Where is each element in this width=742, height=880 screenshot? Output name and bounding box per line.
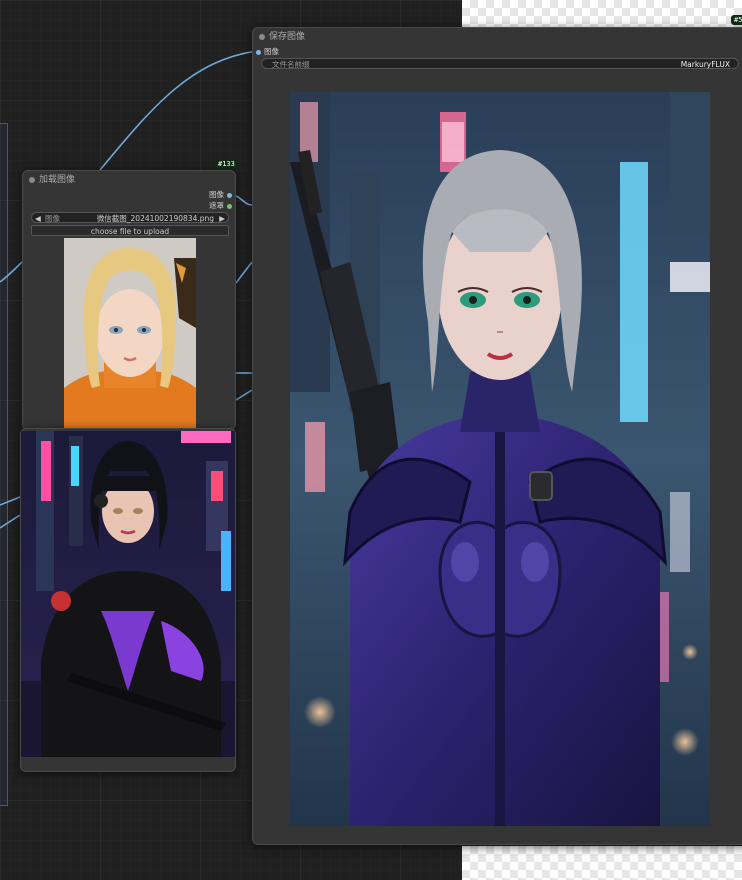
- saved-image-preview: [290, 92, 710, 826]
- image-input-dot-icon[interactable]: [256, 49, 261, 55]
- mask-port-dot-icon[interactable]: [227, 203, 232, 209]
- save-image-node-header[interactable]: 保存图像: [253, 28, 742, 46]
- combo-value: 微信截图_20241002190834.png: [96, 214, 214, 223]
- load-image-node-title: 加载图像: [39, 175, 76, 185]
- wire-mid-3: [235, 389, 253, 401]
- output-port-mask-label: 遮罩: [209, 201, 224, 210]
- image-combo-widget[interactable]: ◀ 图像 微信截图_20241002190834.png ▶: [31, 212, 229, 223]
- input-port-image-label: 图像: [264, 47, 279, 56]
- wire-mid-1: [235, 261, 253, 284]
- collapse-dot-icon[interactable]: [29, 177, 35, 183]
- filename-prefix-field[interactable]: 文件名前缀 MarkuryFLUX: [261, 58, 739, 69]
- image-preview: [64, 238, 196, 430]
- output-port-mask[interactable]: 遮罩: [209, 201, 232, 211]
- choose-file-button[interactable]: choose file to upload: [31, 225, 229, 236]
- transparency-backdrop-bottom: [462, 846, 742, 880]
- combo-label: 图像: [45, 214, 60, 223]
- wire-image-to-save: [99, 50, 258, 171]
- image-node-2[interactable]: [20, 428, 236, 772]
- transparency-backdrop-top: [462, 0, 742, 27]
- combo-next-arrow-icon[interactable]: ▶: [219, 213, 225, 224]
- load-image-node[interactable]: 加载图像 图像 遮罩 ◀ 图像 微信截图_20241002190834.png …: [22, 159, 238, 430]
- save-image-node-title: 保存图像: [269, 32, 306, 42]
- output-port-image[interactable]: 图像: [209, 190, 232, 200]
- choose-file-button-label: choose file to upload: [90, 227, 170, 236]
- node-id-badge: #133: [215, 159, 238, 169]
- image-port-dot-icon[interactable]: [227, 192, 232, 198]
- load-image-node-header[interactable]: 加载图像: [23, 171, 235, 189]
- input-port-image[interactable]: 图像: [256, 47, 279, 57]
- node-id-badge: #5: [731, 15, 742, 25]
- save-image-node[interactable]: 保存图像 图像 文件名前缀 MarkuryFLUX #5: [252, 15, 742, 845]
- filename-prefix-label: 文件名前缀: [272, 60, 310, 69]
- output-port-image-label: 图像: [209, 190, 224, 199]
- combo-prev-arrow-icon[interactable]: ◀: [35, 213, 41, 224]
- filename-prefix-value: MarkuryFLUX: [680, 60, 730, 69]
- group-frame[interactable]: [0, 123, 8, 806]
- image-preview-2: [21, 431, 235, 757]
- collapse-dot-icon[interactable]: [259, 34, 265, 40]
